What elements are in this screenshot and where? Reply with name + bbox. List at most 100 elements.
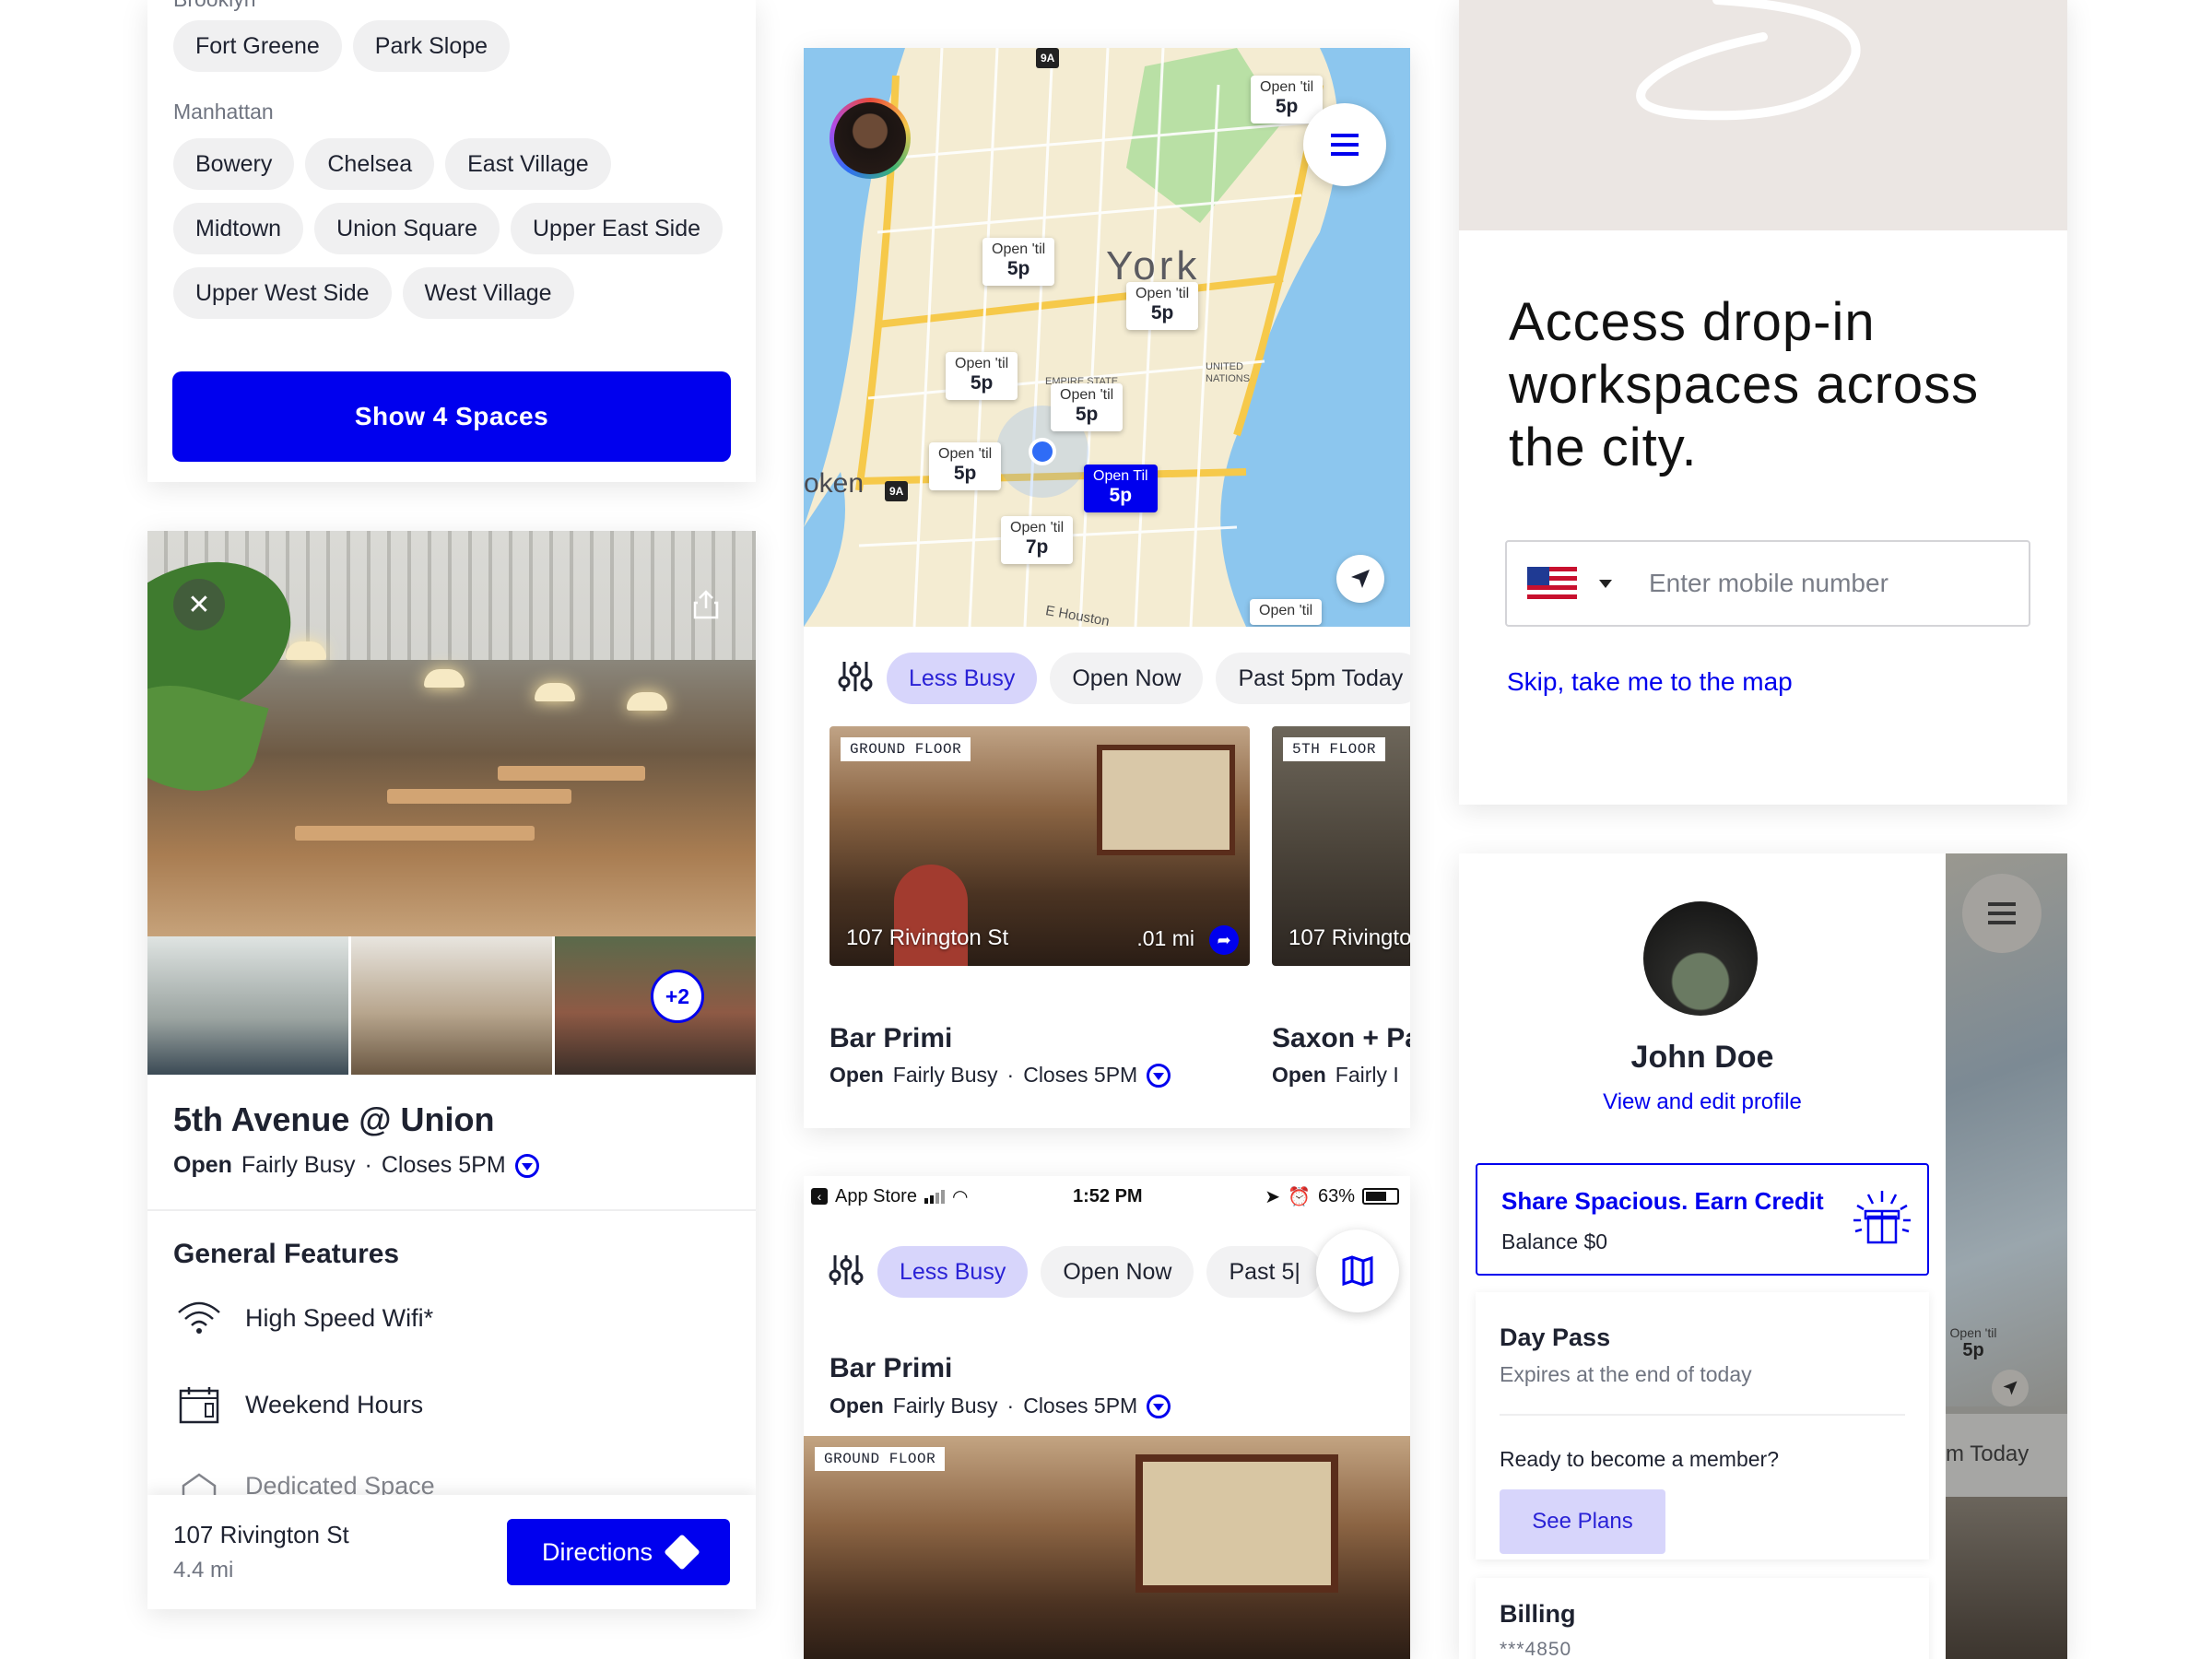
filter-sliders-icon[interactable] bbox=[828, 1252, 865, 1293]
see-plans-button[interactable]: See Plans bbox=[1500, 1489, 1665, 1554]
photo-thumbnail-strip: +2 bbox=[147, 936, 756, 1075]
chip-upper-west-side[interactable]: Upper West Side bbox=[173, 267, 392, 319]
open-status: Open bbox=[1272, 1063, 1326, 1087]
map-icon bbox=[1342, 1255, 1373, 1287]
chip-chelsea[interactable]: Chelsea bbox=[305, 138, 435, 190]
chevron-down-icon[interactable] bbox=[1147, 1063, 1171, 1088]
photo-thumbnail[interactable]: +2 bbox=[555, 936, 756, 1075]
floor-tag: GROUND FLOOR bbox=[815, 1447, 946, 1471]
wifi-status-icon: ◠ bbox=[951, 1186, 969, 1207]
alarm-icon: ⏰ bbox=[1288, 1186, 1311, 1207]
chevron-down-icon[interactable] bbox=[1599, 579, 1612, 588]
filter-chip-less-busy[interactable]: Less Busy bbox=[887, 653, 1038, 704]
chip-bowery[interactable]: Bowery bbox=[173, 138, 295, 190]
day-pass-card: Day Pass Expires at the end of today Rea… bbox=[1476, 1292, 1929, 1559]
directions-button[interactable]: Directions bbox=[507, 1519, 730, 1585]
manhattan-chip-row-1: Bowery Chelsea East Village bbox=[173, 138, 611, 190]
space-hero-photo[interactable]: ✕ bbox=[147, 531, 756, 936]
filter-sliders-icon[interactable] bbox=[837, 658, 874, 700]
closing-time: Closes 5PM bbox=[381, 1152, 506, 1178]
locate-me-button[interactable] bbox=[1336, 555, 1384, 603]
photo-thumbnail[interactable] bbox=[351, 936, 552, 1075]
chip-upper-east-side[interactable]: Upper East Side bbox=[510, 203, 724, 254]
phone-number-placeholder[interactable]: Enter mobile number bbox=[1649, 569, 1888, 598]
map-label: UNITED NATIONS bbox=[1206, 361, 1251, 384]
chevron-down-icon[interactable] bbox=[1147, 1394, 1171, 1418]
map-pin[interactable]: Open 'til 5p bbox=[1126, 282, 1199, 330]
map-pin[interactable]: Open 'til 5p bbox=[1051, 383, 1124, 431]
map-pin[interactable]: Open 'til bbox=[1250, 599, 1323, 625]
filter-chip-past-5pm[interactable]: Past 5pm Today bbox=[1216, 653, 1410, 704]
directions-icon bbox=[664, 1534, 700, 1571]
route-shield-icon: 9A bbox=[1036, 48, 1060, 68]
back-arrow-icon[interactable]: ‹ bbox=[811, 1188, 828, 1205]
space-detail-panel: ✕ +2 5th Avenue @ Union Open Fairly Busy… bbox=[147, 531, 756, 1609]
show-spaces-button[interactable]: Show 4 Spaces bbox=[172, 371, 731, 462]
open-status: Open bbox=[830, 1394, 884, 1418]
map-pin[interactable]: Open 'til 5p bbox=[946, 352, 1018, 400]
user-avatar[interactable] bbox=[830, 98, 911, 179]
chip-west-village[interactable]: West Village bbox=[402, 267, 574, 319]
filter-chip-open-now[interactable]: Open Now bbox=[1041, 1246, 1194, 1298]
phone-list-panel: ‹ App Store ◠ 1:52 PM ➤ ⏰ 63% Less Busy … bbox=[804, 1176, 1410, 1659]
filter-chip-less-busy[interactable]: Less Busy bbox=[877, 1246, 1029, 1298]
chevron-down-icon[interactable] bbox=[514, 1153, 539, 1178]
status-bar-left: ‹ App Store ◠ bbox=[811, 1185, 968, 1208]
avatar[interactable] bbox=[1643, 901, 1758, 1016]
chip-fort-greene[interactable]: Fort Greene bbox=[173, 20, 342, 72]
floor-tag: 5TH FLOOR bbox=[1283, 737, 1385, 761]
referral-credit-card[interactable]: Share Spacious. Earn Credit Balance $0 bbox=[1476, 1163, 1929, 1276]
list-filter-row: Less Busy Open Now Past 5pm Today bbox=[837, 653, 1410, 704]
back-app-label[interactable]: App Store bbox=[835, 1186, 917, 1207]
calendar-icon bbox=[173, 1382, 225, 1427]
separator-dot: · bbox=[1006, 1063, 1015, 1087]
photo-thumbnail[interactable] bbox=[147, 936, 348, 1075]
more-photos-badge[interactable]: +2 bbox=[651, 970, 704, 1023]
manhattan-chip-row-3: Upper West Side West Village bbox=[173, 267, 574, 319]
map-pin[interactable]: Open 'til 5p bbox=[1251, 76, 1324, 124]
table-graphic bbox=[498, 766, 645, 781]
menu-button[interactable] bbox=[1303, 103, 1386, 186]
us-flag-icon[interactable] bbox=[1527, 567, 1577, 600]
map-pin-selected[interactable]: Open Til 5p bbox=[1084, 465, 1158, 512]
open-status: Open bbox=[173, 1152, 232, 1178]
billing-card-number: ***4850 bbox=[1500, 1639, 1572, 1659]
listing-photo[interactable]: GROUND FLOOR bbox=[804, 1436, 1410, 1659]
open-status: Open bbox=[830, 1063, 884, 1087]
chip-midtown[interactable]: Midtown bbox=[173, 203, 304, 254]
edit-profile-link[interactable]: View and edit profile bbox=[1459, 1089, 1946, 1115]
map-label: oken bbox=[804, 468, 865, 499]
share-icon[interactable] bbox=[680, 579, 732, 630]
listing-name: Saxon + Pa bbox=[1272, 1023, 1410, 1053]
region-label-manhattan: Manhattan bbox=[173, 100, 274, 124]
listing-photo[interactable]: GROUND FLOOR 107 Rivington St .01 mi ➦ bbox=[830, 726, 1250, 966]
onboarding-headline: Access drop-in workspaces across the cit… bbox=[1509, 292, 1980, 477]
route-shield-icon: 9A bbox=[885, 481, 909, 501]
clock: 1:52 PM bbox=[1073, 1185, 1143, 1206]
battery-icon bbox=[1362, 1188, 1399, 1205]
city-map[interactable]: York oken EMPIRE STATE UNITED NATIONS E … bbox=[804, 48, 1410, 627]
filter-chip-past-5pm[interactable]: Past 5| bbox=[1206, 1246, 1323, 1298]
map-pin[interactable]: Open 'til 5p bbox=[929, 442, 1002, 490]
separator-dot: · bbox=[1006, 1394, 1015, 1418]
skip-to-map-link[interactable]: Skip, take me to the map bbox=[1507, 667, 1793, 697]
listing-status-line: Open Fairly Busy · Closes 5PM bbox=[830, 1063, 1171, 1088]
day-pass-title: Day Pass bbox=[1500, 1324, 1611, 1351]
billing-card[interactable]: Billing ***4850 bbox=[1476, 1578, 1929, 1659]
chip-park-slope[interactable]: Park Slope bbox=[352, 20, 511, 72]
profile-drawer-panel: Open 'til 5p m Today John Doe View and e… bbox=[1459, 853, 2067, 1659]
phone-number-field[interactable]: Enter mobile number bbox=[1505, 540, 2030, 627]
window-graphic bbox=[1135, 1454, 1338, 1593]
close-icon[interactable]: ✕ bbox=[173, 579, 225, 630]
avatar-photo bbox=[834, 102, 906, 174]
chip-east-village[interactable]: East Village bbox=[445, 138, 611, 190]
map-pin[interactable]: Open 'til 7p bbox=[1001, 516, 1074, 564]
lamp-graphic bbox=[424, 669, 465, 688]
filter-chip-open-now[interactable]: Open Now bbox=[1050, 653, 1204, 704]
chip-union-square[interactable]: Union Square bbox=[314, 203, 500, 254]
listing-photo[interactable]: 5TH FLOOR 107 Rivingto bbox=[1272, 726, 1410, 966]
busy-status: Fairly Busy bbox=[892, 1394, 998, 1418]
map-pin[interactable]: Open 'til 5p bbox=[982, 238, 1055, 286]
directions-arrow-icon[interactable]: ➦ bbox=[1209, 925, 1239, 955]
map-view-button[interactable] bbox=[1316, 1230, 1399, 1312]
